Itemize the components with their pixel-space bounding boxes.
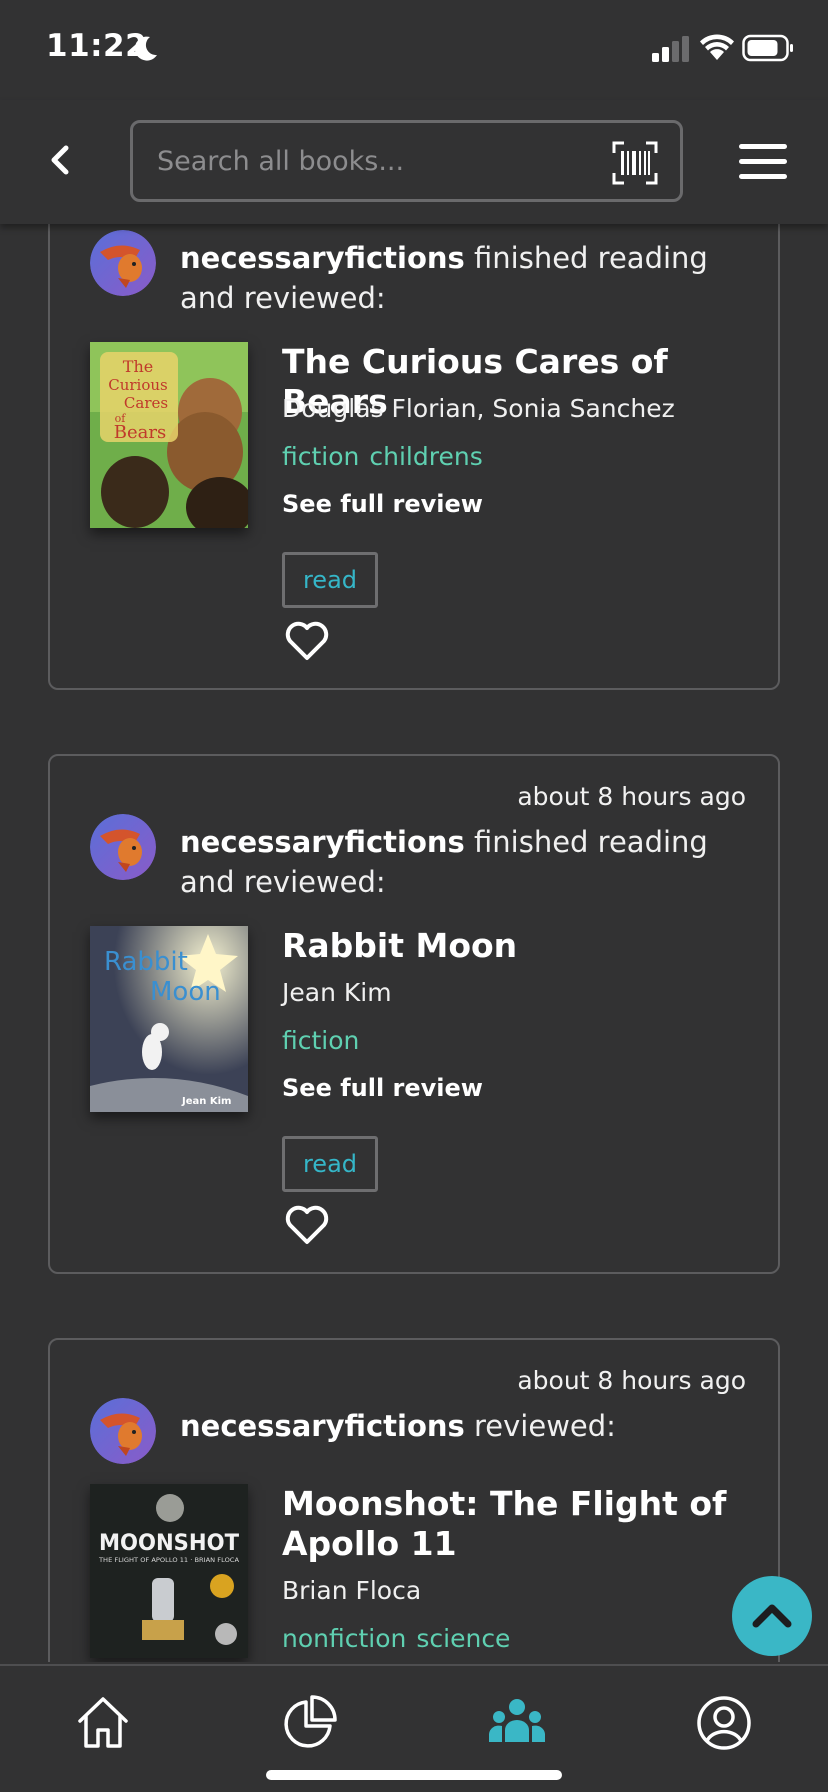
home-icon[interactable] bbox=[74, 1694, 132, 1752]
activity-action: reviewed: bbox=[464, 1409, 616, 1443]
moon-icon bbox=[134, 36, 157, 61]
book-cover-image-icon: Rabbit Moon Jean Kim bbox=[90, 926, 248, 1112]
book-tags: fiction bbox=[282, 1026, 369, 1055]
tag-nonfiction[interactable]: nonfiction bbox=[282, 1624, 406, 1653]
book-cover[interactable]: The Curious Cares of Bears bbox=[90, 342, 248, 528]
shelf-read-button[interactable]: read bbox=[282, 552, 378, 608]
book-cover[interactable]: MOONSHOT THE FLIGHT OF APOLLO 11 · BRIAN… bbox=[90, 1484, 248, 1658]
book-cover[interactable]: Rabbit Moon Jean Kim bbox=[90, 926, 248, 1112]
avatar[interactable] bbox=[90, 230, 156, 296]
tag-childrens[interactable]: childrens bbox=[369, 442, 482, 471]
see-full-review-link[interactable]: See full review bbox=[282, 490, 483, 518]
cover-title-text: Moon bbox=[150, 977, 221, 1007]
cover-subtitle-text: THE FLIGHT OF APOLLO 11 · BRIAN FLOCA bbox=[98, 1557, 240, 1564]
cover-author-text: Jean Kim bbox=[181, 1096, 231, 1107]
bottom-navigation bbox=[0, 1664, 828, 1792]
username-link[interactable]: necessaryfictions bbox=[180, 825, 465, 859]
book-author[interactable]: Jean Kim bbox=[282, 978, 392, 1007]
activity-text: necessaryfictions finished reading and r… bbox=[180, 822, 750, 902]
tag-fiction[interactable]: fiction bbox=[282, 442, 359, 471]
pie-chart-icon[interactable] bbox=[280, 1694, 338, 1752]
heart-icon[interactable] bbox=[284, 1204, 330, 1246]
book-cover-image-icon: MOONSHOT THE FLIGHT OF APOLLO 11 · BRIAN… bbox=[90, 1484, 248, 1658]
scroll-to-top-button[interactable] bbox=[732, 1576, 812, 1656]
activity-text: necessaryfictions finished reading and r… bbox=[180, 238, 750, 318]
see-full-review-link[interactable]: See full review bbox=[282, 1074, 483, 1102]
book-author[interactable]: Douglas Florian, Sonia Sanchez bbox=[282, 394, 675, 423]
tag-fiction[interactable]: fiction bbox=[282, 1026, 359, 1055]
username-link[interactable]: necessaryfictions bbox=[180, 1409, 465, 1443]
cover-title-text: Bears bbox=[114, 422, 166, 443]
avatar-image-icon bbox=[90, 1398, 156, 1464]
shelf-read-button[interactable]: read bbox=[282, 1136, 378, 1192]
community-icon[interactable] bbox=[488, 1694, 546, 1752]
book-title-link[interactable]: Moonshot: The Flight of Apollo 11 bbox=[282, 1484, 752, 1564]
book-tags: nonfiction science bbox=[282, 1624, 520, 1653]
battery-icon bbox=[742, 34, 793, 62]
avatar-image-icon bbox=[90, 814, 156, 880]
cover-title-text: Cares bbox=[124, 394, 168, 412]
app-header bbox=[0, 100, 828, 224]
username-link[interactable]: necessaryfictions bbox=[180, 241, 465, 275]
status-bar: 11:22 bbox=[0, 0, 828, 100]
heart-icon[interactable] bbox=[284, 620, 330, 662]
home-indicator bbox=[266, 1770, 562, 1780]
avatar[interactable] bbox=[90, 814, 156, 880]
tag-science[interactable]: science bbox=[416, 1624, 510, 1653]
feed-card: about 8 hours ago necessaryfictions fini… bbox=[48, 754, 780, 1274]
search-input[interactable] bbox=[157, 123, 597, 199]
card-timestamp: about 8 hours ago bbox=[517, 782, 746, 811]
search-bar[interactable] bbox=[130, 120, 683, 202]
cover-title-text: The bbox=[123, 357, 153, 376]
feed-card: about 8 hours ago necessaryfictions revi… bbox=[48, 1338, 780, 1662]
barcode-icon[interactable] bbox=[612, 141, 658, 185]
profile-icon[interactable] bbox=[695, 1694, 753, 1752]
book-author[interactable]: Brian Floca bbox=[282, 1576, 421, 1605]
cover-title-text: MOONSHOT bbox=[99, 1531, 239, 1556]
cover-title-text: Rabbit bbox=[104, 947, 188, 977]
book-tags: fiction childrens bbox=[282, 442, 493, 471]
book-title-link[interactable]: Rabbit Moon bbox=[282, 926, 752, 966]
back-icon[interactable] bbox=[44, 140, 78, 180]
wifi-icon bbox=[700, 34, 734, 60]
book-cover-image-icon: The Curious Cares of Bears bbox=[90, 342, 248, 528]
hamburger-menu-icon[interactable] bbox=[738, 140, 788, 182]
activity-feed[interactable]: necessaryfictions finished reading and r… bbox=[0, 0, 828, 1662]
activity-text: necessaryfictions reviewed: bbox=[180, 1406, 750, 1446]
cover-title-text: Curious bbox=[108, 376, 168, 394]
chevron-up-icon bbox=[752, 1604, 792, 1628]
avatar[interactable] bbox=[90, 1398, 156, 1464]
avatar-image-icon bbox=[90, 230, 156, 296]
card-timestamp: about 8 hours ago bbox=[517, 1366, 746, 1395]
signal-icon bbox=[652, 36, 689, 62]
